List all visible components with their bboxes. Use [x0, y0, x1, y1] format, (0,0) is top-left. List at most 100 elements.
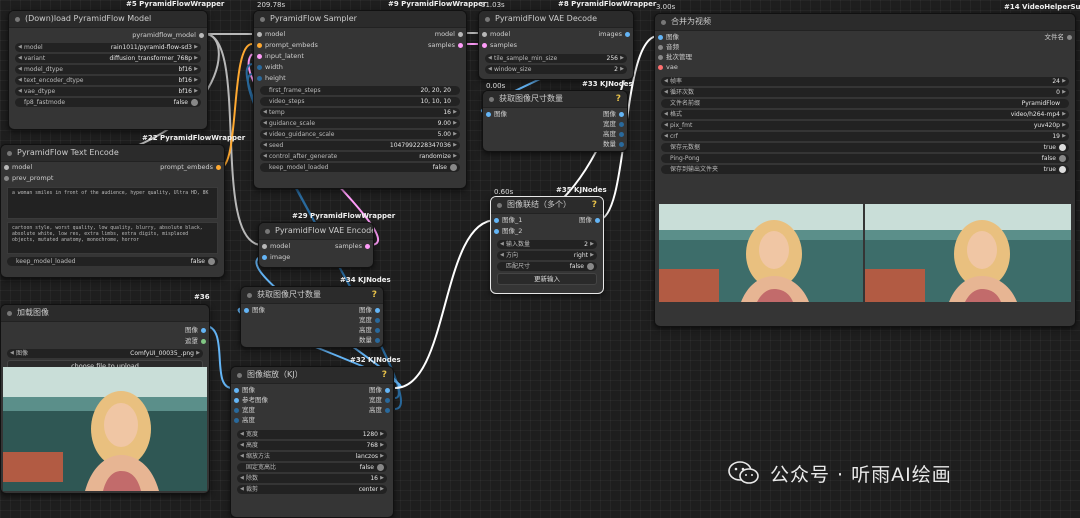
- combo-image-file[interactable]: ◀ 图像 ComfyUI_00035_.png ▶: [7, 349, 203, 358]
- input-pin-icon[interactable]: [257, 54, 262, 59]
- combo-variant[interactable]: ◀ variant diffusion_transformer_768p ▶: [15, 54, 201, 63]
- output-slot[interactable]: pyramidflow_model: [9, 30, 207, 41]
- collapse-dot-icon[interactable]: [260, 17, 265, 22]
- number-inputcount[interactable]: ◀ 输入数量 2 ▶: [497, 240, 597, 249]
- combo-text-encoder-dtype[interactable]: ◀ text_encoder_dtype bf16 ▶: [15, 76, 201, 85]
- input-pin-icon[interactable]: [234, 418, 239, 423]
- toggle-fp8-fastmode[interactable]: fp8_fastmode false: [15, 98, 201, 107]
- output-pin-icon[interactable]: [375, 318, 380, 323]
- update-inputs-button[interactable]: 更新输入: [497, 273, 597, 285]
- text-video-steps[interactable]: video_steps 10, 10, 10: [260, 97, 460, 106]
- help-icon[interactable]: ?: [382, 367, 387, 383]
- node-text-encode[interactable]: PyramidFlow Text Encode model prev_promp…: [0, 144, 225, 278]
- node-get-image-size-33[interactable]: 获取图像尺寸数量? 图像 图像 宽度 高度 数量: [482, 90, 628, 152]
- node-vae-encode[interactable]: PyramidFlow VAE Encode model image sampl…: [258, 222, 374, 268]
- output-slot[interactable]: 数量: [603, 139, 627, 150]
- input-pin-icon[interactable]: [262, 244, 267, 249]
- toggle-match-image-size[interactable]: 匹配尺寸 false: [497, 262, 597, 271]
- graph-canvas[interactable]: #5 PyramidFlowWrapper (Down)load Pyramid…: [0, 0, 1080, 518]
- input-slot[interactable]: model: [259, 241, 290, 252]
- output-slot[interactable]: 数量: [359, 335, 383, 346]
- node-get-image-size-34[interactable]: 获取图像尺寸数量? 图像 图像 宽度 高度 数量: [240, 286, 384, 348]
- output-slot[interactable]: 图像: [1, 325, 209, 336]
- output-pin-icon[interactable]: [1067, 35, 1072, 40]
- collapse-dot-icon[interactable]: [247, 293, 252, 298]
- output-pin-icon[interactable]: [216, 165, 221, 170]
- input-pin-icon[interactable]: [494, 218, 499, 223]
- number-tile-sample-min-size[interactable]: ◀ tile_sample_min_size 256 ▶: [485, 54, 627, 63]
- output-pin-icon[interactable]: [199, 33, 204, 38]
- output-slot[interactable]: 遮罩: [1, 336, 209, 347]
- collapse-dot-icon[interactable]: [497, 203, 502, 208]
- number-width[interactable]: ◀ 宽度 1280 ▶: [237, 430, 387, 439]
- video-preview[interactable]: [659, 204, 1071, 302]
- node-sampler[interactable]: PyramidFlow Sampler model prompt_embeds …: [253, 10, 467, 189]
- help-icon[interactable]: ?: [616, 91, 621, 107]
- input-pin-icon[interactable]: [234, 408, 239, 413]
- toggle-save-output[interactable]: 保存到输出文件夹 true: [661, 165, 1069, 174]
- collapse-dot-icon[interactable]: [489, 97, 494, 102]
- output-pin-icon[interactable]: [458, 32, 463, 37]
- help-icon[interactable]: ?: [372, 287, 377, 303]
- node-model-loader[interactable]: (Down)load PyramidFlow Model pyramidflow…: [8, 10, 208, 130]
- input-slot[interactable]: 图像_2: [491, 226, 522, 237]
- output-pin-icon[interactable]: [201, 328, 206, 333]
- output-pin-icon[interactable]: [365, 244, 370, 249]
- collapse-dot-icon[interactable]: [15, 17, 20, 22]
- number-window-size[interactable]: ◀ window_size 2 ▶: [485, 65, 627, 74]
- input-pin-icon[interactable]: [4, 165, 9, 170]
- input-slot[interactable]: image: [259, 252, 290, 263]
- input-pin-icon[interactable]: [486, 112, 491, 117]
- input-pin-icon[interactable]: [244, 308, 249, 313]
- number-crf[interactable]: ◀ crf 19 ▶: [661, 132, 1069, 141]
- input-pin-icon[interactable]: [494, 229, 499, 234]
- output-slot[interactable]: 高度: [369, 405, 393, 416]
- text-first-frame-steps[interactable]: first_frame_steps 20, 20, 20: [260, 86, 460, 95]
- output-pin-icon[interactable]: [375, 328, 380, 333]
- input-slot[interactable]: 图像: [483, 109, 507, 120]
- input-pin-icon[interactable]: [4, 176, 9, 181]
- number-frame-rate[interactable]: ◀ 帧率 24 ▶: [661, 77, 1069, 86]
- input-slot[interactable]: samples: [479, 40, 517, 51]
- input-slot[interactable]: prev_prompt: [1, 173, 53, 184]
- input-pin-icon[interactable]: [257, 43, 262, 48]
- input-slot[interactable]: model: [479, 29, 510, 40]
- collapse-dot-icon[interactable]: [7, 311, 12, 316]
- collapse-dot-icon[interactable]: [265, 229, 270, 234]
- output-slot[interactable]: images: [598, 29, 633, 40]
- input-slot[interactable]: 高度: [231, 415, 255, 426]
- combo-pix-fmt[interactable]: ◀ pix_fmt yuv420p ▶: [661, 121, 1069, 130]
- help-icon[interactable]: ?: [592, 197, 597, 213]
- input-slot[interactable]: 图像: [241, 305, 265, 316]
- output-slot[interactable]: prompt_embeds: [160, 162, 224, 173]
- input-slot[interactable]: input_latent: [254, 51, 304, 62]
- toggle-pingpong[interactable]: Ping-Pong false: [661, 154, 1069, 163]
- output-pin-icon[interactable]: [619, 122, 624, 127]
- input-pin-icon[interactable]: [257, 65, 262, 70]
- output-pin-icon[interactable]: [595, 218, 600, 223]
- output-pin-icon[interactable]: [619, 112, 624, 117]
- combo-model-dtype[interactable]: ◀ model_dtype bf16 ▶: [15, 65, 201, 74]
- output-pin-icon[interactable]: [385, 398, 390, 403]
- number-seed[interactable]: ◀ seed 1047992228347036 ▶: [260, 141, 460, 150]
- input-pin-icon[interactable]: [658, 45, 663, 50]
- combo-direction[interactable]: ◀ 方向 right ▶: [497, 251, 597, 260]
- node-vae-decode[interactable]: PyramidFlow VAE Decode model samples ima…: [478, 10, 634, 80]
- number-divisible-by[interactable]: ◀ 除数 16 ▶: [237, 474, 387, 483]
- positive-prompt-textarea[interactable]: a woman smiles in front of the audience,…: [7, 187, 218, 219]
- input-pin-icon[interactable]: [257, 32, 262, 37]
- output-pin-icon[interactable]: [619, 142, 624, 147]
- collapse-dot-icon[interactable]: [485, 17, 490, 22]
- collapse-dot-icon[interactable]: [237, 373, 242, 378]
- collapse-dot-icon[interactable]: [661, 20, 666, 25]
- toggle-keep-proportion[interactable]: 固定宽高比 false: [237, 463, 387, 472]
- input-slot[interactable]: width: [254, 62, 283, 73]
- input-slot[interactable]: model: [254, 29, 285, 40]
- output-pin-icon[interactable]: [385, 388, 390, 393]
- node-image-concat[interactable]: 图像联结（多个）? 图像_1 图像_2 图像 ◀ 输入数量 2 ▶ ◀ 方向 right ▶…: [490, 196, 604, 294]
- input-slot[interactable]: prompt_embeds: [254, 40, 318, 51]
- input-slot[interactable]: vae: [655, 62, 678, 73]
- number-height[interactable]: ◀ 高度 768 ▶: [237, 441, 387, 450]
- input-pin-icon[interactable]: [262, 255, 267, 260]
- input-slot[interactable]: height: [254, 73, 286, 84]
